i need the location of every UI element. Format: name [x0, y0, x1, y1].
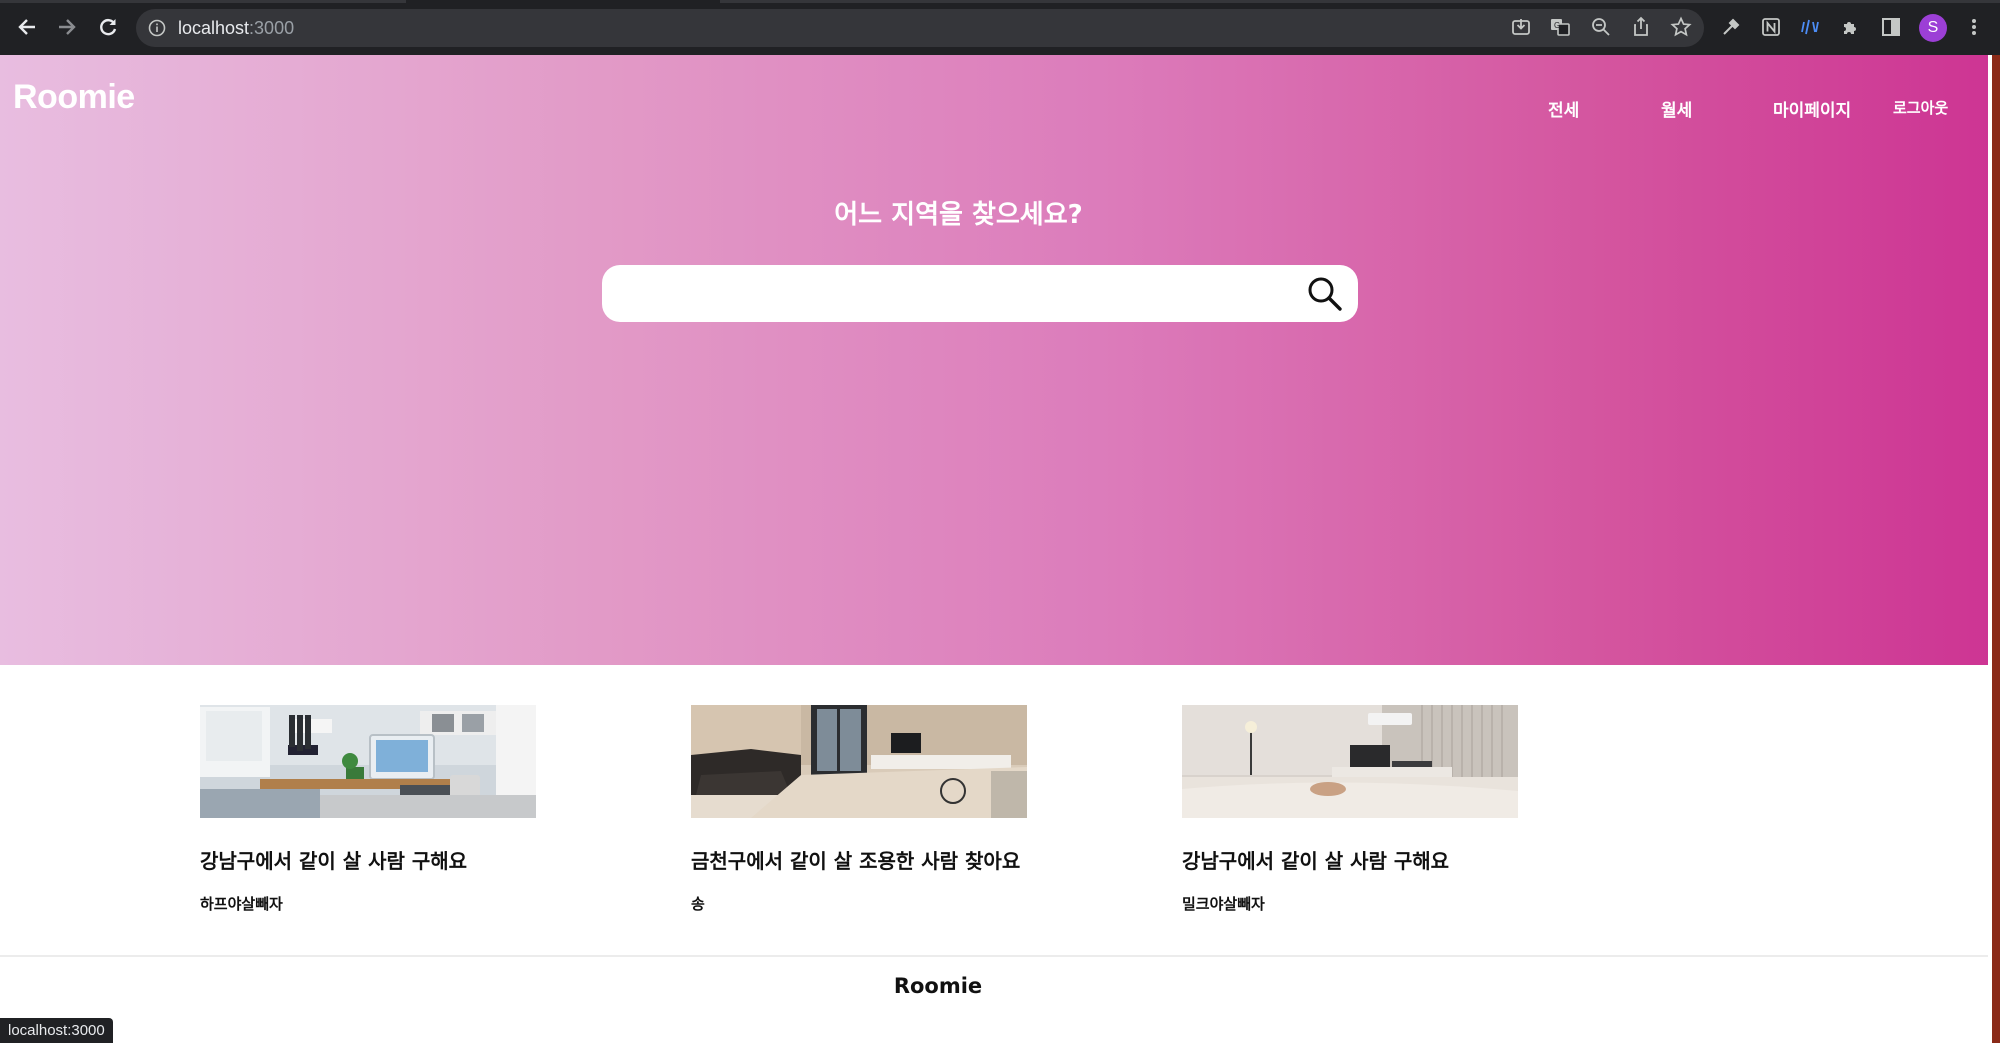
window-edge-inner	[1988, 55, 1992, 1043]
listing-card[interactable]: 강남구에서 같이 살 사람 구해요 하프야살빼자	[200, 705, 540, 913]
search-box	[602, 265, 1358, 322]
star-icon[interactable]	[1667, 13, 1695, 41]
listing-title[interactable]: 금천구에서 같이 살 조용한 사람 찾아요	[691, 845, 1020, 874]
listing-author: 송	[691, 895, 705, 913]
info-icon[interactable]	[148, 19, 166, 37]
listing-card[interactable]: 강남구에서 같이 살 사람 구해요 밀크야살빼자	[1182, 705, 1522, 913]
back-icon	[18, 19, 35, 35]
zoom-out-icon[interactable]	[1587, 13, 1615, 41]
back-button[interactable]	[10, 10, 44, 44]
url-host: localhost	[178, 18, 250, 38]
footer-logo: Roomie	[893, 974, 983, 998]
install-icon[interactable]	[1507, 13, 1535, 41]
hero-section: Roomie 전세 월세 마이페이지 로그아웃 어느 지역을 찾으세요?	[0, 55, 2000, 665]
voice-icon[interactable]	[1797, 13, 1825, 41]
hero-title: 어느 지역을 찾으세요?	[834, 200, 1083, 230]
listing-card[interactable]: 금천구에서 같이 살 조용한 사람 찾아요 송	[691, 705, 1031, 913]
forward-icon	[59, 19, 76, 35]
search-icon[interactable]	[1306, 275, 1344, 313]
search-input[interactable]	[620, 273, 1284, 315]
profile-avatar[interactable]: S	[1919, 14, 1947, 42]
status-bar: localhost:3000	[0, 1018, 113, 1043]
notion-icon[interactable]	[1757, 13, 1785, 41]
share-icon[interactable]	[1627, 13, 1655, 41]
page: Roomie 전세 월세 마이페이지 로그아웃 어느 지역을 찾으세요? 강남구…	[0, 55, 2000, 1043]
footer: Roomie	[0, 955, 2000, 1043]
more-icon[interactable]	[1960, 13, 1988, 41]
listing-author: 하프야살빼자	[200, 895, 283, 913]
svg-text:G: G	[1554, 21, 1560, 30]
extensions-icon[interactable]	[1837, 13, 1865, 41]
site-logo[interactable]: Roomie	[13, 78, 135, 117]
listing-title[interactable]: 강남구에서 같이 살 사람 구해요	[1182, 845, 1449, 874]
browser-window: localhost:3000 G S Roomie 전세 월세 마이페이지 로그…	[0, 0, 2000, 1043]
url-text[interactable]: localhost:3000	[178, 18, 294, 39]
room-desk-photo[interactable]	[200, 705, 536, 818]
listing-author: 밀크야살빼자	[1182, 895, 1265, 913]
listing-title[interactable]: 강남구에서 같이 살 사람 구해요	[200, 845, 467, 874]
bedroom-photo[interactable]	[1182, 705, 1518, 818]
nav-logout[interactable]: 로그아웃	[1893, 97, 1948, 118]
living-room-sofa-photo[interactable]	[691, 705, 1027, 818]
nav-mypage[interactable]: 마이페이지	[1773, 96, 1851, 121]
translate-icon[interactable]: G	[1546, 13, 1574, 41]
url-port: :3000	[249, 18, 295, 38]
reload-icon	[100, 19, 117, 36]
forward-button[interactable]	[50, 10, 84, 44]
nav-jeonse[interactable]: 전세	[1548, 96, 1579, 121]
browser-toolbar: localhost:3000 G S	[0, 0, 2000, 55]
address-bar[interactable]: localhost:3000	[136, 9, 1704, 47]
tab-strip-left	[0, 0, 406, 3]
reload-button[interactable]	[91, 10, 125, 44]
sidepanel-icon[interactable]	[1877, 13, 1905, 41]
nav-wolse[interactable]: 월세	[1661, 96, 1692, 121]
room-listings: 강남구에서 같이 살 사람 구해요 하프야살빼자 금천구에서 같이 살 조용한 …	[0, 705, 2000, 975]
tab-strip-right	[720, 0, 2000, 3]
eyedropper-icon[interactable]	[1717, 13, 1745, 41]
